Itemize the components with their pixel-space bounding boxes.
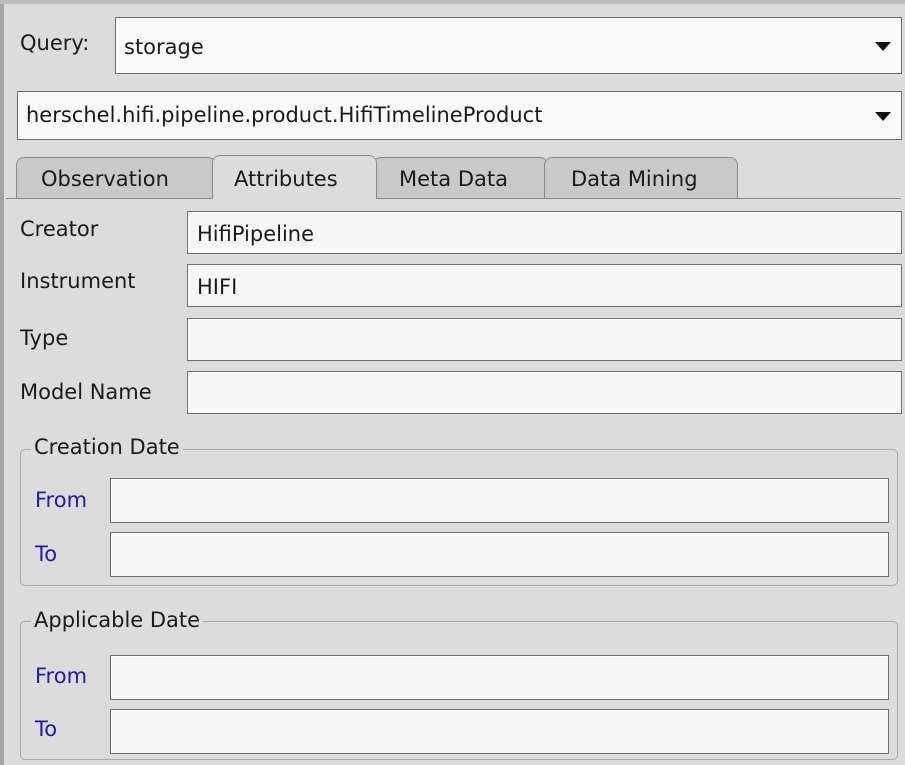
instrument-field[interactable]: HIFI — [187, 264, 902, 307]
creation-date-title: Creation Date — [31, 437, 183, 458]
applicable-to-label: To — [35, 717, 58, 741]
query-panel: Query: storage herschel.hifi.pipeline.pr… — [0, 0, 905, 765]
creation-to-label: To — [35, 542, 58, 566]
query-value: storage — [124, 35, 204, 59]
panel-edge — [0, 0, 905, 4]
creator-label: Creator — [20, 217, 99, 241]
instrument-value: HIFI — [197, 275, 238, 299]
tab-meta-data[interactable]: Meta Data — [373, 157, 548, 199]
query-combo[interactable]: storage — [115, 17, 902, 74]
query-label: Query: — [20, 31, 90, 55]
tab-attributes[interactable]: Attributes — [212, 155, 377, 199]
model-name-label: Model Name — [20, 380, 152, 404]
tab-observation-label: Observation — [41, 167, 169, 191]
panel-edge — [0, 0, 4, 765]
creation-from-label: From — [35, 488, 88, 512]
instrument-label: Instrument — [20, 269, 136, 293]
model-name-field[interactable] — [187, 371, 902, 414]
creator-field[interactable]: HifiPipeline — [187, 211, 902, 254]
chevron-down-icon[interactable] — [875, 42, 891, 51]
product-class-combo[interactable]: herschel.hifi.pipeline.product.HifiTimel… — [17, 91, 902, 140]
applicable-from-field[interactable] — [110, 655, 889, 700]
type-field[interactable] — [187, 318, 902, 361]
tab-observation[interactable]: Observation — [16, 157, 216, 199]
applicable-from-label: From — [35, 664, 88, 688]
creator-value: HifiPipeline — [197, 222, 315, 246]
creation-to-field[interactable] — [110, 532, 889, 577]
tab-data-mining-label: Data Mining — [571, 167, 698, 191]
tab-meta-data-label: Meta Data — [399, 167, 508, 191]
tab-attributes-label: Attributes — [234, 167, 338, 191]
creation-from-field[interactable] — [110, 478, 889, 523]
type-label: Type — [20, 326, 69, 350]
tab-divider — [6, 198, 901, 199]
product-class-value: herschel.hifi.pipeline.product.HifiTimel… — [26, 103, 543, 127]
tab-data-mining[interactable]: Data Mining — [544, 157, 738, 199]
applicable-date-title: Applicable Date — [31, 610, 204, 631]
chevron-down-icon[interactable] — [875, 112, 891, 121]
applicable-to-field[interactable] — [110, 709, 889, 754]
